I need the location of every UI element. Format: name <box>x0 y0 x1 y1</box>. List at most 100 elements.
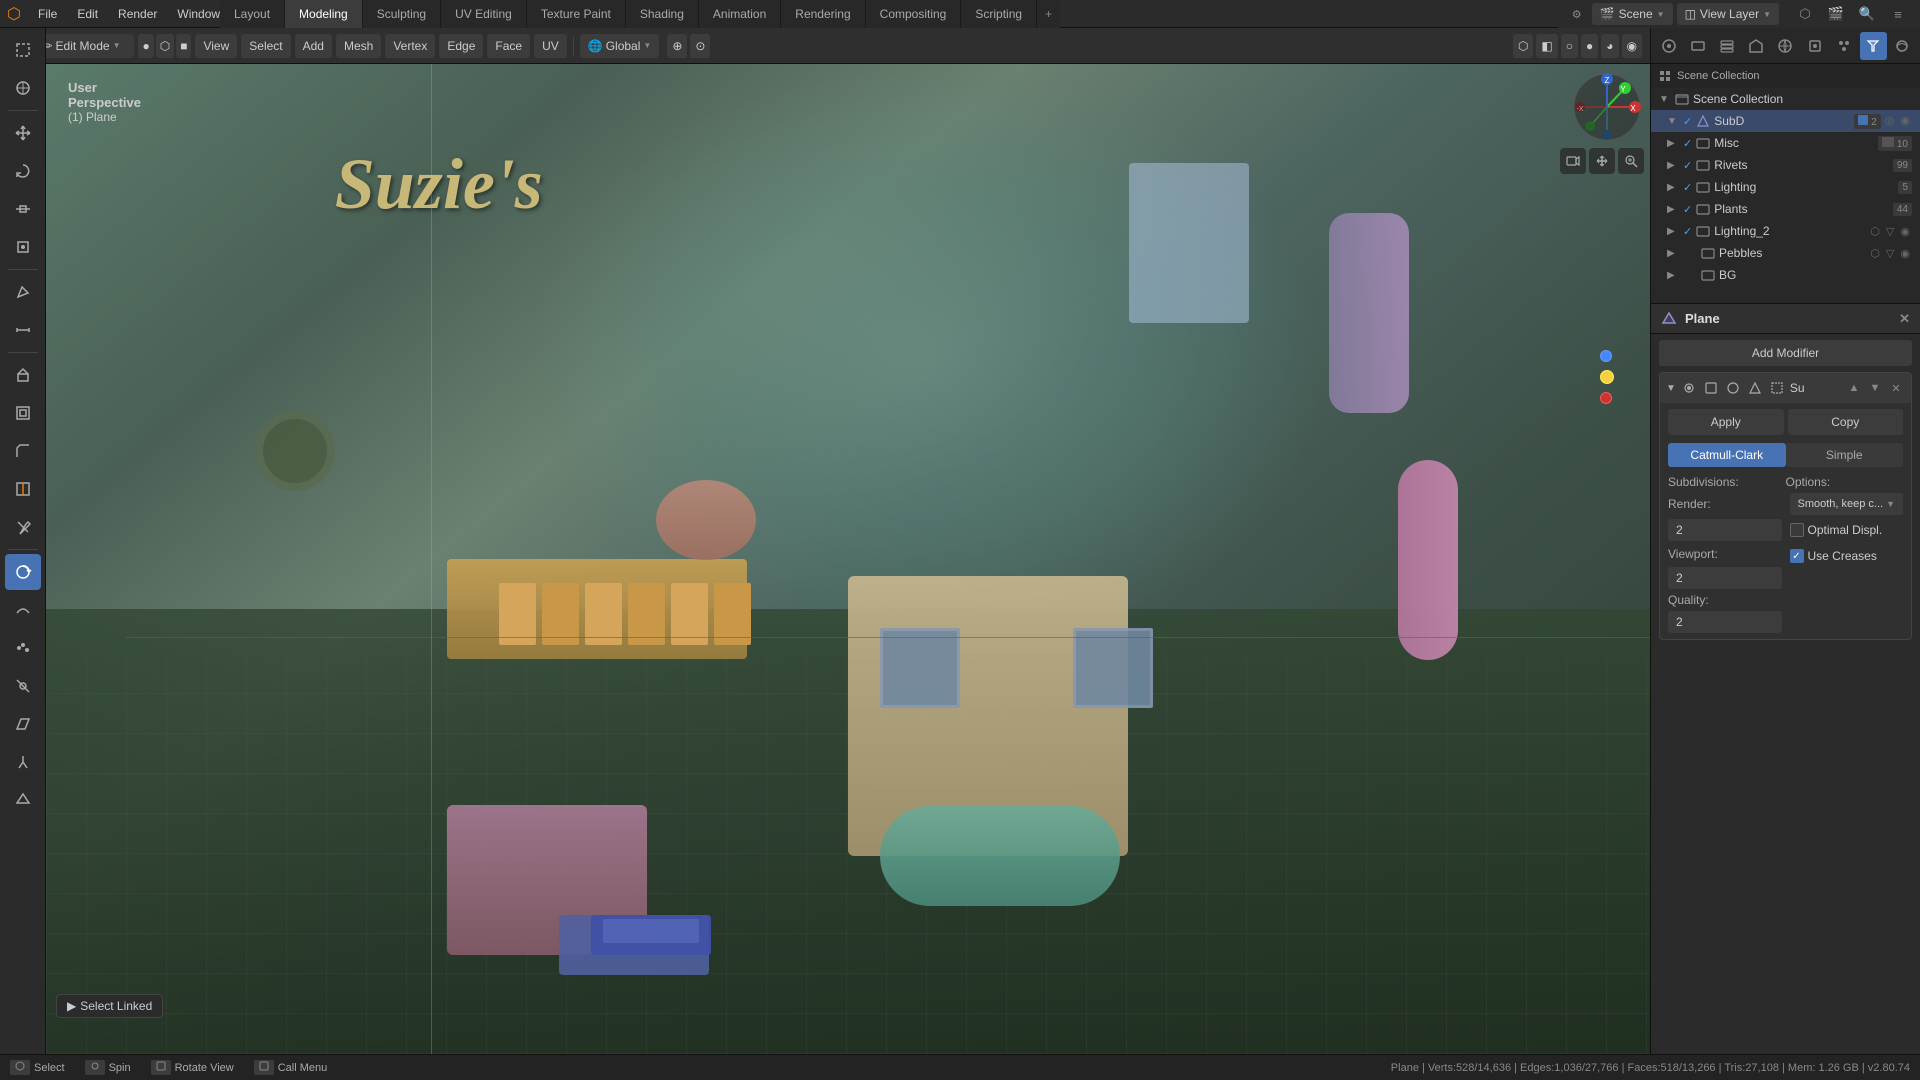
menu-file[interactable]: File <box>28 0 67 28</box>
modifier-render-btn[interactable] <box>1724 379 1742 397</box>
outliner-item-lighting2[interactable]: ▶ ✓ Lighting_2 ⬡ ▽ ◉ <box>1651 220 1920 242</box>
shade-material-btn[interactable]: ◕ <box>1601 34 1618 58</box>
use-creases-checkbox[interactable]: ✓ <box>1790 549 1804 563</box>
outliner-item-lighting[interactable]: ▶ ✓ Lighting 5 <box>1651 176 1920 198</box>
tab-compositing[interactable]: Compositing <box>866 0 962 28</box>
plants-visibility[interactable]: ✓ <box>1683 203 1692 216</box>
apply-btn[interactable]: Apply <box>1668 409 1784 435</box>
optimal-disp-checkbox[interactable] <box>1790 523 1804 537</box>
render-value-field[interactable]: 2 <box>1668 519 1782 541</box>
tab-layout[interactable]: Layout <box>220 0 285 28</box>
axis-nav-gizmo[interactable]: X Y Z -X <box>1570 70 1644 144</box>
camera-view-btn[interactable] <box>1560 148 1586 174</box>
viewport-value-field[interactable]: 2 <box>1668 567 1782 589</box>
vertex-btn[interactable]: Vertex <box>385 34 435 58</box>
pebbles-icon2[interactable]: ▽ <box>1884 247 1896 260</box>
copy-btn[interactable]: Copy <box>1788 409 1904 435</box>
tab-shading[interactable]: Shading <box>626 0 699 28</box>
mode-selector[interactable]: ✏ Edit Mode ▼ <box>34 34 134 58</box>
add-btn[interactable]: Add <box>295 34 332 58</box>
lighting2-restrict[interactable]: ⬡ <box>1868 225 1882 238</box>
outliner-item-pebbles[interactable]: ▶ Pebbles ⬡ ▽ ◉ <box>1651 242 1920 264</box>
material-props-icon[interactable] <box>1889 32 1916 60</box>
edge-icon[interactable]: ⬡ <box>156 34 174 58</box>
lighting2-eye[interactable]: ◉ <box>1898 225 1912 238</box>
scale-tool[interactable] <box>5 191 41 227</box>
tab-rendering[interactable]: Rendering <box>781 0 865 28</box>
select-btn[interactable]: Select <box>241 34 290 58</box>
loop-cut-tool[interactable] <box>5 471 41 507</box>
xray-icon-btn[interactable]: ◧ <box>1536 34 1557 58</box>
pebbles-icon1[interactable]: ⬡ <box>1868 247 1882 260</box>
tab-add[interactable]: + <box>1037 0 1060 28</box>
randomize-tool[interactable] <box>5 630 41 666</box>
knife-tool[interactable] <box>5 509 41 545</box>
bevel-tool[interactable] <box>5 433 41 469</box>
modifier-expand-toggle[interactable]: ▼ <box>1666 383 1676 394</box>
vertex-dot-icon[interactable]: ● <box>138 34 153 58</box>
shear-tool[interactable] <box>5 706 41 742</box>
rip-tool[interactable] <box>5 744 41 780</box>
particles-props-icon[interactable] <box>1830 32 1857 60</box>
quality-value-field[interactable]: 2 <box>1668 611 1782 633</box>
blender-logo[interactable]: ⬡ <box>0 0 28 28</box>
lighting2-visibility[interactable]: ✓ <box>1683 225 1692 238</box>
modifier-editmode-btn[interactable] <box>1746 379 1764 397</box>
face-icon[interactable]: ■ <box>176 34 191 58</box>
search-icon-top[interactable]: 🔍 <box>1853 0 1881 28</box>
edge-slide-tool[interactable] <box>5 668 41 704</box>
subd-restrict-render[interactable]: ◉ <box>1898 114 1912 129</box>
render-props-icon[interactable] <box>1655 32 1682 60</box>
cursor-tool[interactable] <box>5 70 41 106</box>
modifier-cage-btn[interactable] <box>1768 379 1786 397</box>
world-props-icon[interactable] <box>1772 32 1799 60</box>
rivets-visibility[interactable]: ✓ <box>1683 159 1692 172</box>
menu-render[interactable]: Render <box>108 0 167 28</box>
menu-edit[interactable]: Edit <box>67 0 108 28</box>
pan-view-btn[interactable] <box>1589 148 1615 174</box>
catmull-clark-tab[interactable]: Catmull-Clark <box>1668 443 1786 467</box>
filter-icon-top[interactable]: ≡ <box>1884 0 1912 28</box>
viewport[interactable]: Suzie's <box>46 64 1650 1054</box>
outliner-item-bg[interactable]: ▶ BG <box>1651 264 1920 286</box>
face-btn[interactable]: Face <box>487 34 530 58</box>
shade-solid-btn[interactable]: ● <box>1581 34 1598 58</box>
tab-texture-paint[interactable]: Texture Paint <box>527 0 626 28</box>
view-layer-selector[interactable]: ◫ View Layer ▼ <box>1677 3 1779 25</box>
tab-sculpting[interactable]: Sculpting <box>363 0 441 28</box>
extrude-tool[interactable] <box>5 357 41 393</box>
annotate-tool[interactable] <box>5 274 41 310</box>
props-object-close[interactable]: ✕ <box>1899 311 1910 327</box>
scene-selector[interactable]: 🎬 Scene ▼ <box>1592 3 1673 25</box>
zoom-view-btn[interactable] <box>1618 148 1644 174</box>
edge-btn[interactable]: Edge <box>439 34 483 58</box>
overlay-icon-btn[interactable]: ⬡ <box>1513 34 1533 58</box>
output-props-icon[interactable] <box>1684 32 1711 60</box>
modifier-move-up[interactable]: ▲ <box>1845 379 1863 397</box>
outliner-item-rivets[interactable]: ▶ ✓ Rivets 99 <box>1651 154 1920 176</box>
view-layer-props-icon[interactable] <box>1713 32 1740 60</box>
outliner-scene-collection[interactable]: ▼ Scene Collection <box>1651 88 1920 110</box>
simple-tab[interactable]: Simple <box>1786 443 1904 467</box>
render-icon-top[interactable]: ⬡ <box>1791 0 1819 28</box>
poly-build-tool[interactable] <box>5 782 41 818</box>
viewport-btn[interactable]: View <box>195 34 237 58</box>
lighting2-filter[interactable]: ▽ <box>1884 225 1896 238</box>
tab-scripting[interactable]: Scripting <box>961 0 1037 28</box>
modifier-realtime-btn[interactable] <box>1702 379 1720 397</box>
shade-render-btn[interactable]: ◉ <box>1622 34 1642 58</box>
scene-props-icon[interactable] <box>1743 32 1770 60</box>
modifier-visibility-btn[interactable] <box>1680 379 1698 397</box>
transform-global-btn[interactable]: 🌐 Global ▼ <box>580 34 660 58</box>
select-box-tool[interactable] <box>5 32 41 68</box>
object-props-icon[interactable] <box>1801 32 1828 60</box>
smooth-tool[interactable] <box>5 592 41 628</box>
outliner-item-plants[interactable]: ▶ ✓ Plants 44 <box>1651 198 1920 220</box>
lighting-visibility[interactable]: ✓ <box>1683 181 1692 194</box>
transform-tool[interactable] <box>5 229 41 265</box>
tab-animation[interactable]: Animation <box>699 0 781 28</box>
spin-tool[interactable] <box>5 554 41 590</box>
modifier-props-icon[interactable] <box>1860 32 1887 60</box>
misc-visibility[interactable]: ✓ <box>1683 137 1692 150</box>
shade-wire-btn[interactable]: ○ <box>1561 34 1578 58</box>
